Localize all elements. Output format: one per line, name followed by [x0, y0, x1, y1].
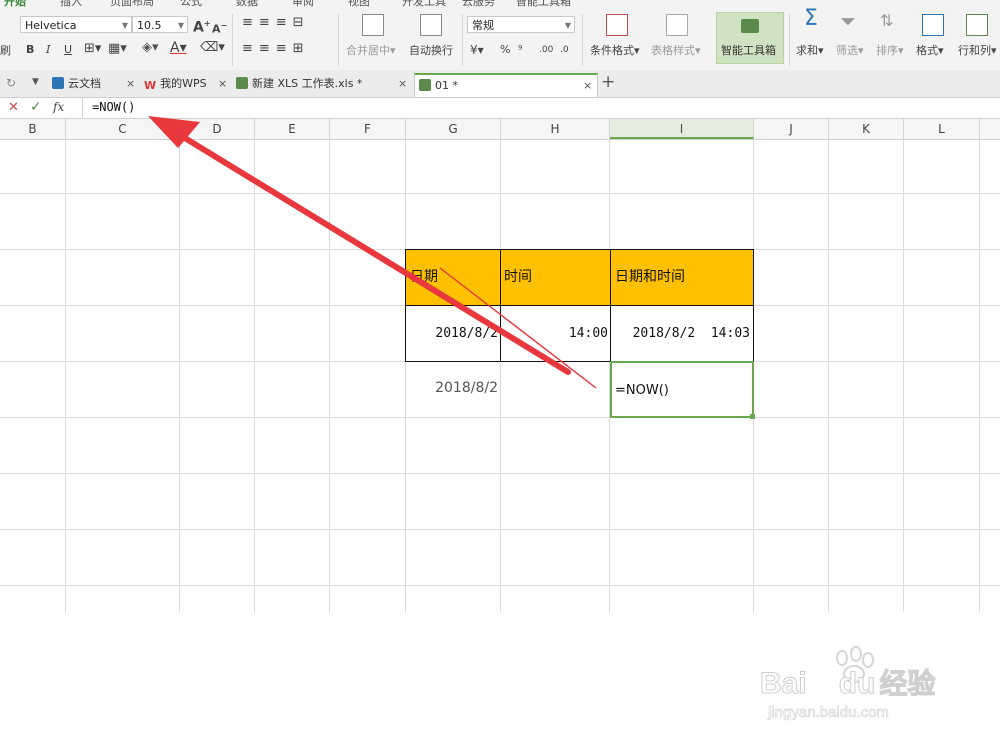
watermark-url: jingyan.baidu.com: [768, 704, 890, 722]
annotation-overlay: [148, 116, 597, 389]
annotation-arrow-shaft: [172, 129, 571, 375]
thin-annotation-line: [439, 267, 597, 389]
watermark-brand: Bai du 经验: [760, 667, 936, 701]
baidu-jingyan-watermark: Bai du 经验 jingyan.baidu.com: [760, 644, 960, 744]
